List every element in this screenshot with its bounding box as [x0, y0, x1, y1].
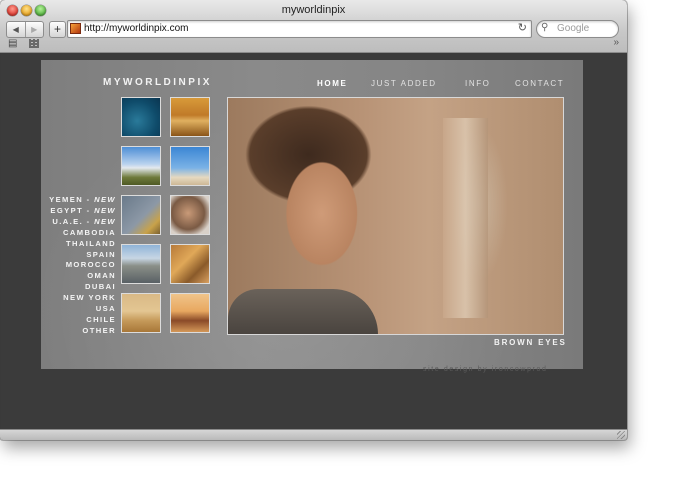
photo-wall-detail — [443, 118, 488, 318]
country-egypt[interactable]: EGYPT - NEW — [49, 206, 116, 217]
thumbnail-desert[interactable] — [170, 97, 210, 137]
site-credit[interactable]: site design by ironcowprod — [423, 366, 547, 373]
country-thailand[interactable]: THAILAND — [49, 239, 116, 250]
resize-grip-icon[interactable] — [617, 431, 625, 439]
country-cambodia[interactable]: CAMBODIA — [49, 228, 116, 239]
country-list: YEMEN - NEW EGYPT - NEW U.A.E. - NEW CAM… — [49, 195, 116, 337]
thumbnail-harbor[interactable] — [121, 244, 161, 284]
back-button[interactable]: ◀ — [7, 22, 25, 37]
thumbnail-sculpture[interactable] — [121, 195, 161, 235]
add-bookmark-button[interactable]: + — [49, 21, 66, 38]
photo-caption: BROWN EYES — [494, 338, 567, 347]
country-oman[interactable]: OMAN — [49, 271, 116, 282]
address-url[interactable]: http://myworldinpix.com — [84, 23, 188, 34]
top-sites-grid-icon[interactable] — [29, 39, 39, 48]
site-panel: MYWORLDINPIX HOME JUST ADDED INFO CONTAC… — [41, 60, 583, 369]
thumbnail-camels[interactable] — [121, 293, 161, 333]
site-favicon-icon — [70, 23, 81, 34]
browser-window: myworldinpix ◀ ▶ + http://myworldinpix.c… — [0, 0, 627, 440]
country-uae[interactable]: U.A.E. - NEW — [49, 217, 116, 228]
search-icon: ⚲ — [541, 22, 549, 33]
thumbnail-child[interactable] — [170, 195, 210, 235]
title-bar: myworldinpix ◀ ▶ + http://myworldinpix.c… — [0, 0, 627, 53]
country-spain[interactable]: SPAIN — [49, 250, 116, 261]
country-yemen[interactable]: YEMEN - NEW — [49, 195, 116, 206]
thumbnail-underwater[interactable] — [121, 97, 161, 137]
country-other[interactable]: OTHER — [49, 326, 116, 337]
thumbnail-beach[interactable] — [170, 146, 210, 186]
thumbnail-market[interactable] — [170, 244, 210, 284]
country-dubai[interactable]: DUBAI — [49, 282, 116, 293]
nav-just-added[interactable]: JUST ADDED — [371, 79, 437, 88]
reload-icon[interactable]: ↻ — [518, 21, 527, 34]
nav-home[interactable]: HOME — [317, 79, 347, 88]
search-placeholder[interactable]: Google — [557, 23, 589, 34]
bookmarks-book-icon[interactable]: ▤ — [8, 38, 17, 49]
history-buttons: ◀ ▶ — [6, 21, 44, 38]
window-title: myworldinpix — [281, 4, 346, 16]
country-usa[interactable]: USA — [49, 304, 116, 315]
page-viewport: MYWORLDINPIX HOME JUST ADDED INFO CONTAC… — [1, 53, 626, 429]
photo-shirt-detail — [228, 289, 378, 334]
featured-photo[interactable] — [227, 97, 564, 335]
nav-info[interactable]: INFO — [465, 79, 491, 88]
country-morocco[interactable]: MOROCCO — [49, 260, 116, 271]
status-bar — [0, 429, 627, 440]
country-new-york[interactable]: NEW YORK — [49, 293, 116, 304]
country-chile[interactable]: CHILE — [49, 315, 116, 326]
bookmarks-overflow-icon[interactable]: » — [613, 37, 619, 48]
thumbnail-clouds[interactable] — [121, 146, 161, 186]
site-logo[interactable]: MYWORLDINPIX — [103, 77, 212, 88]
thumbnail-dunes[interactable] — [170, 293, 210, 333]
search-field[interactable]: ⚲ Google — [536, 20, 619, 38]
forward-button[interactable]: ▶ — [24, 22, 44, 37]
address-bar[interactable]: http://myworldinpix.com ↻ — [67, 20, 532, 38]
nav-contact[interactable]: CONTACT — [515, 79, 564, 88]
